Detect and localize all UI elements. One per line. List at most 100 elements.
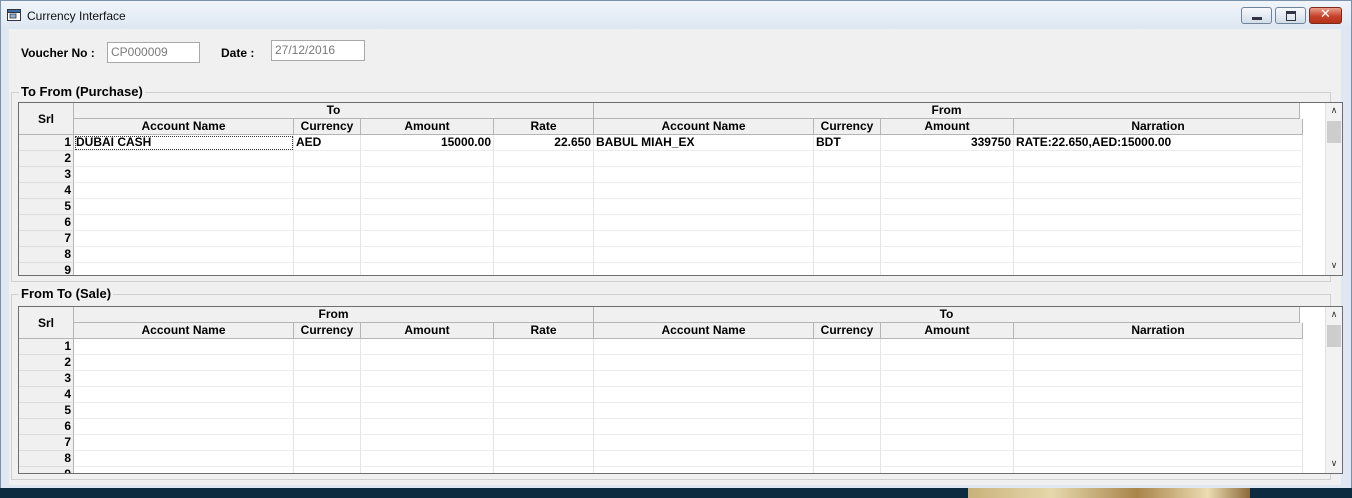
cell-narration[interactable] [1014,151,1303,167]
row-number[interactable]: 1 [19,339,74,355]
row-number[interactable]: 8 [19,451,74,467]
cell-amount[interactable] [361,387,494,403]
cell-narration[interactable] [1014,167,1303,183]
cell-account-name[interactable] [594,263,814,275]
cell-account-name[interactable] [74,419,294,435]
cell-currency[interactable] [294,199,361,215]
close-button[interactable]: ✕ [1309,7,1342,24]
cell-rate[interactable] [494,419,594,435]
cell-narration[interactable] [1014,231,1303,247]
purchase-grid[interactable]: Srl To From Account Name Currency Amount Rate A… [18,102,1343,276]
cell-account-name[interactable] [594,467,814,473]
row-number[interactable]: 3 [19,167,74,183]
cell-currency[interactable] [814,435,881,451]
cell-rate[interactable] [494,183,594,199]
cell-currency[interactable] [294,467,361,473]
cell-account-name[interactable] [74,451,294,467]
cell-rate[interactable] [494,355,594,371]
cell-account-name[interactable] [594,371,814,387]
cell-account-name[interactable] [74,263,294,275]
column-header-currency[interactable]: Currency [294,323,361,339]
cell-amount[interactable] [881,183,1014,199]
cell-currency[interactable] [814,247,881,263]
cell-currency[interactable] [814,215,881,231]
cell-amount[interactable] [361,467,494,473]
cell-currency[interactable] [294,183,361,199]
cell-currency[interactable] [294,263,361,275]
voucher-no-field[interactable]: CP000009 [107,42,200,63]
cell-rate[interactable] [494,467,594,473]
column-header-account-name[interactable]: Account Name [594,119,814,135]
column-header-narration[interactable]: Narration [1014,119,1303,135]
row-number[interactable]: 6 [19,215,74,231]
cell-narration[interactable] [1014,387,1303,403]
cell-narration[interactable] [1014,435,1303,451]
cell-account-name[interactable] [594,339,814,355]
cell-currency[interactable] [814,231,881,247]
date-field[interactable]: 27/12/2016 [271,40,365,61]
cell-currency[interactable] [814,355,881,371]
cell-account-name[interactable] [74,151,294,167]
cell-currency[interactable] [294,403,361,419]
cell-account-name[interactable] [594,199,814,215]
row-number[interactable]: 9 [19,467,74,473]
cell-amount[interactable] [881,387,1014,403]
cell-currency[interactable] [294,451,361,467]
cell-amount[interactable] [361,167,494,183]
cell-currency[interactable] [814,263,881,275]
cell-amount[interactable] [881,167,1014,183]
cell-amount[interactable] [881,151,1014,167]
cell-account-name[interactable] [594,151,814,167]
cell-currency[interactable] [814,467,881,473]
cell-amount[interactable]: 339750 [881,135,1014,151]
cell-narration[interactable] [1014,215,1303,231]
row-number[interactable]: 1 [19,135,74,151]
srl-header[interactable]: Srl [19,103,74,135]
cell-account-name[interactable] [74,387,294,403]
cell-account-name[interactable] [74,435,294,451]
cell-rate[interactable] [494,371,594,387]
cell-amount[interactable] [881,435,1014,451]
cell-currency[interactable] [814,419,881,435]
scroll-down-icon[interactable]: ∨ [1326,456,1342,472]
cell-currency[interactable]: AED [294,135,361,151]
cell-amount[interactable] [881,263,1014,275]
row-number[interactable]: 5 [19,403,74,419]
cell-amount[interactable] [361,403,494,419]
cell-narration[interactable] [1014,403,1303,419]
cell-amount[interactable] [361,355,494,371]
cell-currency[interactable]: BDT [814,135,881,151]
cell-account-name[interactable] [594,403,814,419]
cell-account-name[interactable] [594,419,814,435]
cell-rate[interactable] [494,167,594,183]
cell-currency[interactable] [294,435,361,451]
cell-narration[interactable] [1014,247,1303,263]
cell-rate[interactable] [494,435,594,451]
column-header-amount[interactable]: Amount [361,323,494,339]
scroll-thumb[interactable] [1327,325,1341,347]
cell-account-name[interactable] [74,371,294,387]
column-header-currency[interactable]: Currency [294,119,361,135]
cell-account-name[interactable] [74,215,294,231]
cell-amount[interactable] [361,451,494,467]
cell-account-name[interactable] [594,231,814,247]
cell-amount[interactable] [361,339,494,355]
cell-account-name[interactable] [594,387,814,403]
cell-narration[interactable] [1014,199,1303,215]
cell-amount[interactable] [881,199,1014,215]
cell-currency[interactable] [814,371,881,387]
cell-rate[interactable] [494,387,594,403]
column-header-amount[interactable]: Amount [881,119,1014,135]
cell-currency[interactable] [294,167,361,183]
cell-account-name[interactable] [594,451,814,467]
cell-amount[interactable] [881,403,1014,419]
column-header-account-name[interactable]: Account Name [594,323,814,339]
cell-amount[interactable]: 15000.00 [361,135,494,151]
minimize-button[interactable] [1241,7,1272,24]
cell-account-name[interactable] [594,167,814,183]
cell-currency[interactable] [814,451,881,467]
cell-amount[interactable] [361,263,494,275]
title-bar[interactable]: Currency Interface ✕ [1,1,1351,29]
cell-amount[interactable] [361,199,494,215]
cell-rate[interactable] [494,247,594,263]
